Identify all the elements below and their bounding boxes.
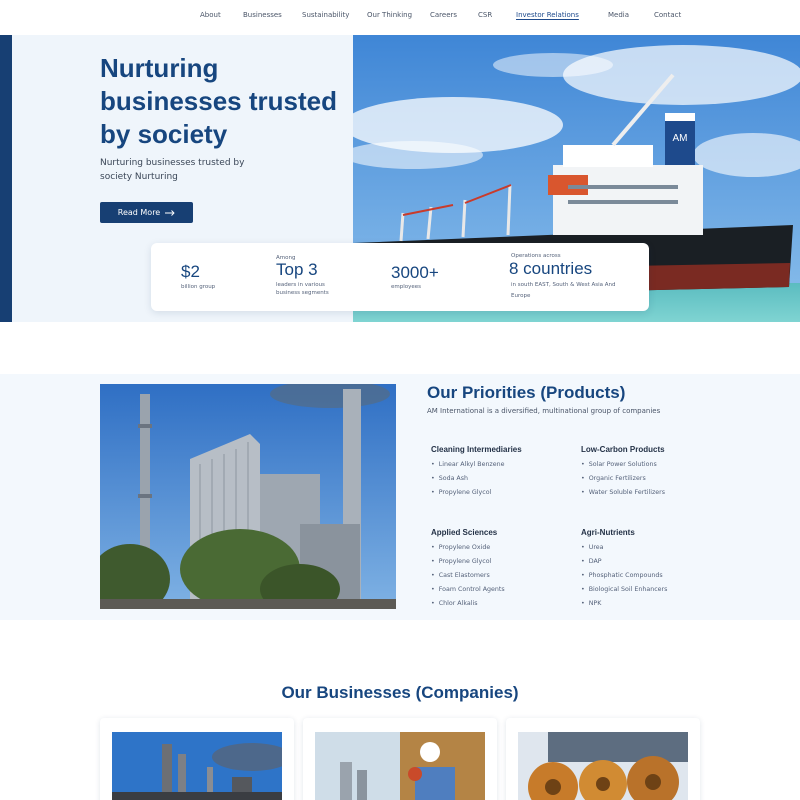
category-title: Agri-Nutrients [581, 528, 635, 537]
nav-sustainability[interactable]: Sustainability [302, 11, 349, 19]
category-list: Solar Power Solutions Organic Fertilizer… [581, 458, 665, 500]
product-item: Linear Alkyl Benzene [431, 458, 505, 472]
read-more-button[interactable]: Read More [100, 202, 193, 223]
stat-value-employees: 3000+ [391, 263, 439, 282]
stat-value-billion: $2 [181, 262, 200, 281]
stat-value-top3: Top 3 [276, 260, 318, 279]
category-title: Low-Carbon Products [581, 445, 665, 454]
hero-accent-bar [0, 35, 12, 322]
business-card[interactable] [506, 718, 700, 800]
product-item: Propylene Oxide [431, 541, 505, 555]
cable-reels-image [518, 732, 688, 800]
nav-csr[interactable]: CSR [478, 11, 492, 19]
hero-title: Nurturing businesses trusted by society [100, 53, 337, 149]
businesses-title: Our Businesses (Companies) [281, 683, 519, 702]
stat-caption-billion: billion group [181, 284, 216, 290]
nav-investor-relations[interactable]: Investor Relations [516, 11, 579, 19]
product-item: Solar Power Solutions [581, 458, 665, 472]
priorities-title: Our Priorities (Products) [427, 383, 626, 402]
nav-media[interactable]: Media [608, 11, 629, 19]
category-title: Applied Sciences [431, 528, 498, 537]
product-item: Propylene Glycol [431, 555, 505, 569]
product-item: DAP [581, 555, 667, 569]
product-item: Cast Elastomers [431, 569, 505, 583]
ship-funnel-logo: AM [673, 133, 688, 144]
read-more-label: Read More [117, 208, 161, 217]
nav-careers[interactable]: Careers [430, 11, 457, 19]
business-card[interactable] [303, 718, 497, 800]
nav-businesses[interactable]: Businesses [243, 11, 282, 19]
product-item: Soda Ash [431, 472, 504, 486]
engineers-image [315, 732, 485, 800]
stat-value-countries: 8 countries [509, 259, 593, 278]
product-item: Organic Fertilizers [581, 472, 665, 486]
category-title: Cleaning Intermediaries [431, 445, 522, 454]
stat-caption-countries: in south EAST, South & West Asia And Eur… [511, 282, 616, 299]
category-list: Propylene Oxide Propylene Glycol Cast El… [431, 541, 505, 611]
priorities-subtitle: AM International is a diversified, multi… [427, 407, 661, 415]
stats-card: $2 billion group Among Top 3 leaders in … [151, 243, 649, 311]
industrial-plant-image [100, 384, 396, 609]
product-item: Propylene Glycol [431, 486, 504, 500]
refinery-image [112, 732, 282, 800]
product-item: Water Soluble Fertilizers [581, 486, 665, 500]
stat-caption-top3: leaders in various business segments [276, 282, 329, 296]
product-item: Phosphatic Compounds [581, 569, 667, 583]
category-list: Urea DAP Phosphatic Compounds Biological… [581, 541, 668, 611]
top-nav: About Businesses Sustainability Our Thin… [0, 0, 800, 34]
product-item: Urea [581, 541, 667, 555]
arrow-right-icon [165, 209, 175, 216]
product-item: Foam Control Agents [431, 583, 505, 597]
product-item: Chlor Alkalis [431, 597, 505, 611]
product-item: NPK [581, 597, 667, 611]
stat-caption-employees: employees [391, 284, 422, 290]
nav-contact[interactable]: Contact [654, 11, 681, 19]
nav-our-thinking[interactable]: Our Thinking [367, 11, 412, 19]
hero-subtitle: Nurturing businesses trusted by society … [100, 158, 245, 182]
business-card[interactable] [100, 718, 294, 800]
product-item: Biological Soil Enhancers [581, 583, 668, 597]
category-list: Linear Alkyl Benzene Soda Ash Propylene … [431, 458, 505, 500]
nav-about[interactable]: About [200, 11, 221, 19]
